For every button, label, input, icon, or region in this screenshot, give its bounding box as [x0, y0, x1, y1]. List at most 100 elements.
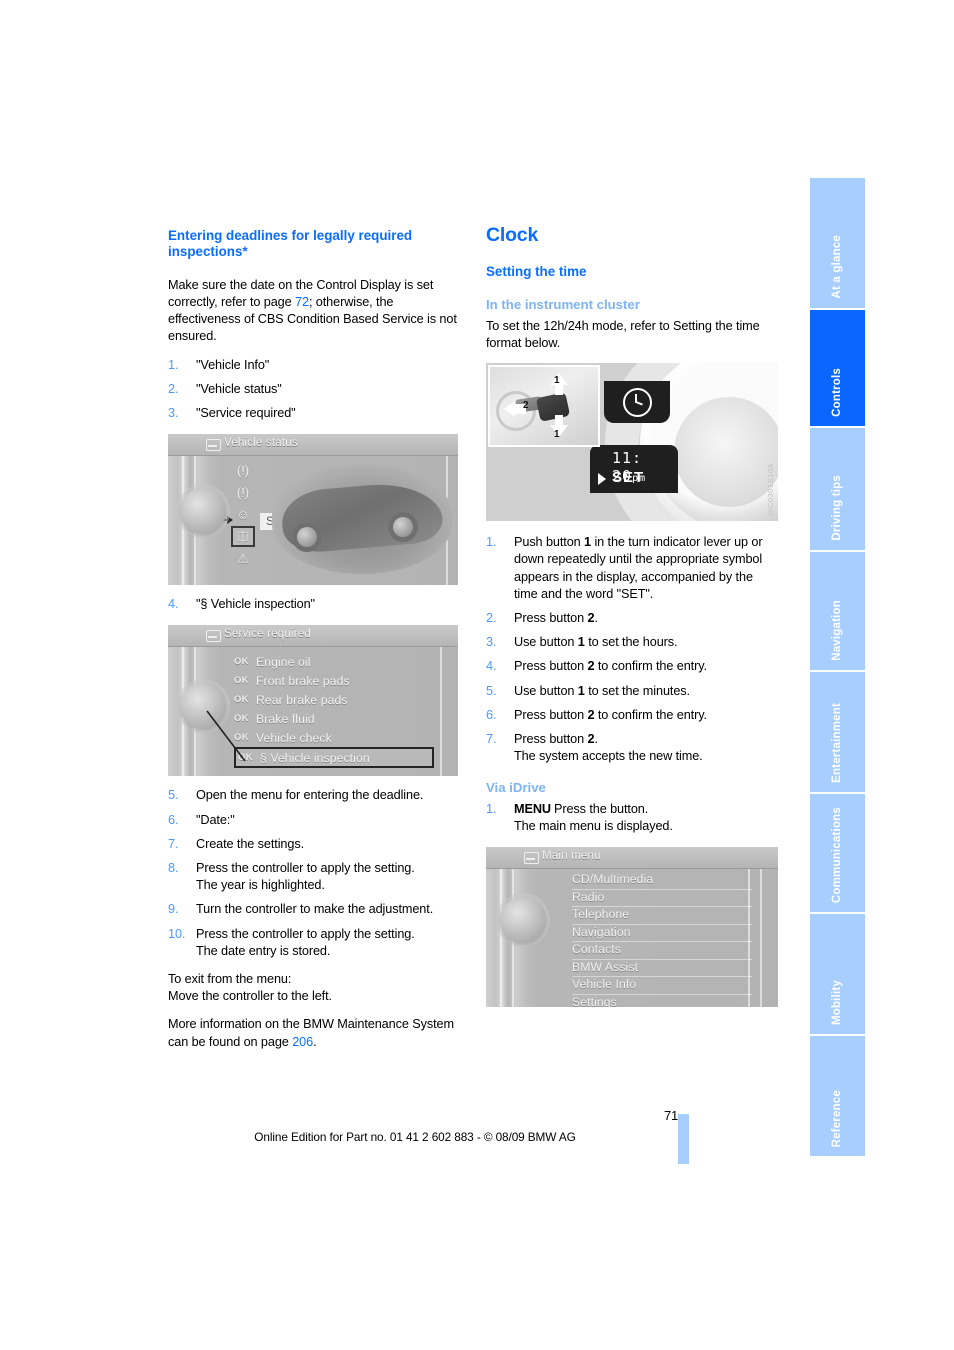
- tab-label: Navigation: [830, 600, 843, 661]
- step-text-b: to confirm the entry.: [594, 659, 707, 674]
- dial-inner-ring: [674, 397, 778, 508]
- menu-item[interactable]: Vehicle Info: [572, 977, 752, 995]
- warning-triangle-icon: ⚠: [237, 550, 249, 566]
- button-ref: 1: [577, 683, 585, 698]
- menu-item[interactable]: Radio: [572, 890, 752, 907]
- step-number: 3.: [486, 635, 497, 650]
- button-ref: 1: [577, 635, 585, 650]
- figure-watermark: WC0301S10A: [766, 462, 775, 516]
- list-item: 7. Press button 2. The system accepts the …: [486, 731, 778, 765]
- idrive-home-icon: [206, 439, 221, 452]
- step-number: 6.: [168, 812, 179, 827]
- step-text-a: Press button: [514, 707, 588, 722]
- step-number: 7.: [168, 836, 179, 851]
- menu-item[interactable]: BMW Assist: [572, 960, 752, 977]
- step-number: 7.: [486, 732, 497, 747]
- list-item: 2. "Vehicle status": [168, 381, 458, 398]
- list-item: 5. Open the menu for entering the deadlin…: [168, 787, 458, 804]
- step-text: "Vehicle status": [196, 381, 282, 396]
- tab-communications[interactable]: Communications: [810, 794, 865, 912]
- menu-item[interactable]: CD/Multimedia: [572, 872, 752, 890]
- figure-instrument-cluster-clock: 11: 20pm SET 1 1 2 WC0301S10A: [486, 363, 778, 522]
- tab-label: Driving tips: [830, 475, 843, 541]
- list-item[interactable]: OK Front brake pads: [234, 671, 434, 690]
- tab-reference[interactable]: Reference: [810, 1036, 865, 1156]
- step-text: Press the controller to apply the settin…: [196, 926, 415, 958]
- set-arrow-icon: [598, 473, 606, 486]
- lever-button-head: [535, 392, 571, 423]
- engine-oil-icon: ☺: [236, 507, 250, 523]
- page-reference-72[interactable]: 72: [295, 295, 309, 309]
- tab-entertainment[interactable]: Entertainment: [810, 672, 865, 792]
- manual-page: At a glance Controls Driving tips Naviga…: [0, 0, 954, 1350]
- idrive-home-icon: [206, 630, 221, 643]
- footer-text: Online Edition for Part no. 01 41 2 602 …: [254, 1130, 576, 1144]
- list-item: 6. "Date:": [168, 812, 458, 829]
- list-item[interactable]: OK Rear brake pads: [234, 690, 434, 709]
- chapter-tab-rail: At a glance Controls Driving tips Naviga…: [810, 178, 865, 1168]
- service-items-list: OK Engine oil OK Front brake pads OK Rear b…: [234, 652, 434, 769]
- list-item[interactable]: OK Engine oil: [234, 652, 434, 671]
- tab-at-a-glance[interactable]: At a glance: [810, 178, 865, 308]
- left-column: Entering deadlines for legally required …: [168, 228, 458, 1062]
- step-text-a: Press button: [514, 659, 588, 674]
- steps-list-cluster: 1. Push button 1 in the turn indicator le…: [486, 534, 778, 765]
- service-required-icon[interactable]: ⎅: [231, 526, 255, 548]
- step-text: Create the settings.: [196, 836, 305, 851]
- menu-item[interactable]: Telephone: [572, 907, 752, 925]
- set-label: SET: [612, 469, 645, 487]
- tab-label: At a glance: [830, 235, 843, 299]
- menu-item[interactable]: Contacts: [572, 942, 752, 960]
- page-reference-206[interactable]: 206: [292, 1035, 313, 1049]
- turn-indicator-lever-inset: 1 1 2: [488, 365, 600, 448]
- idrive-controller-knob[interactable]: [180, 488, 226, 535]
- vehicle-status-icon-column: (!) (!) ☺ ⎅ ⚠: [231, 460, 257, 570]
- tire-pressure-icon: (!): [236, 463, 250, 479]
- step-text-b: .: [594, 611, 598, 626]
- step-number: 1.: [486, 535, 497, 550]
- tab-label: Reference: [830, 1089, 843, 1147]
- list-item: 9. Turn the controller to make the adjust…: [168, 901, 458, 918]
- step-number: 1.: [486, 801, 497, 816]
- screen-title: Main menu: [542, 850, 601, 862]
- step-text-a: Push button: [514, 535, 585, 550]
- steps-list-b: 5. Open the menu for entering the deadlin…: [168, 787, 458, 960]
- main-menu-items: CD/Multimedia Radio Telephone Navigation…: [572, 872, 752, 1007]
- step-text-a: Use button: [514, 635, 578, 650]
- cluster-time-box: 11: 20pm SET: [590, 445, 678, 494]
- callout-1-top: 1: [554, 375, 560, 387]
- callout-1-bottom: 1: [554, 429, 560, 441]
- clock-icon: [622, 387, 652, 417]
- idrive-home-icon: [524, 852, 539, 864]
- list-item: 4. "§ Vehicle inspection": [168, 596, 458, 613]
- step-text-a: Press button: [514, 732, 588, 747]
- step-text: "Vehicle Info": [196, 357, 270, 372]
- status-badge: OK: [234, 694, 250, 706]
- tab-mobility[interactable]: Mobility: [810, 914, 865, 1034]
- step-number: 4.: [168, 597, 179, 612]
- menu-item[interactable]: Settings: [572, 995, 752, 1008]
- step-number: 10.: [168, 926, 186, 941]
- step-text: Press the controller to apply the settin…: [196, 860, 415, 893]
- steps-list-step4: 4. "§ Vehicle inspection": [168, 596, 458, 613]
- figure-main-menu-screen: Main menu CD/Multimedia Radio Telephone …: [486, 847, 778, 1007]
- idrive-controller-knob[interactable]: [500, 897, 546, 943]
- exit-menu-note: To exit from the menu: Move the controlle…: [168, 971, 332, 1004]
- step-text: Open the menu for entering the deadline.: [196, 788, 424, 803]
- callout-2: 2: [523, 400, 529, 412]
- section-heading-inspections: Entering deadlines for legally required …: [168, 228, 413, 260]
- list-item[interactable]: OK Brake fluid: [234, 709, 434, 728]
- tab-controls[interactable]: Controls: [810, 310, 865, 426]
- list-item: 8. Press the controller to apply the sett…: [168, 860, 458, 894]
- menu-item[interactable]: Navigation: [572, 925, 752, 942]
- list-item-selected[interactable]: OK § Vehicle inspection: [234, 747, 434, 769]
- status-badge: OK: [234, 656, 250, 668]
- step-text-a: Press button: [514, 611, 588, 626]
- list-item[interactable]: OK Vehicle check: [234, 728, 434, 747]
- step-number: 2.: [486, 611, 497, 626]
- tab-driving-tips[interactable]: Driving tips: [810, 428, 865, 550]
- step-text-a: Use button: [514, 683, 578, 698]
- step-text-b: to set the minutes.: [584, 683, 690, 698]
- tab-label: Entertainment: [830, 703, 843, 783]
- tab-navigation[interactable]: Navigation: [810, 552, 865, 670]
